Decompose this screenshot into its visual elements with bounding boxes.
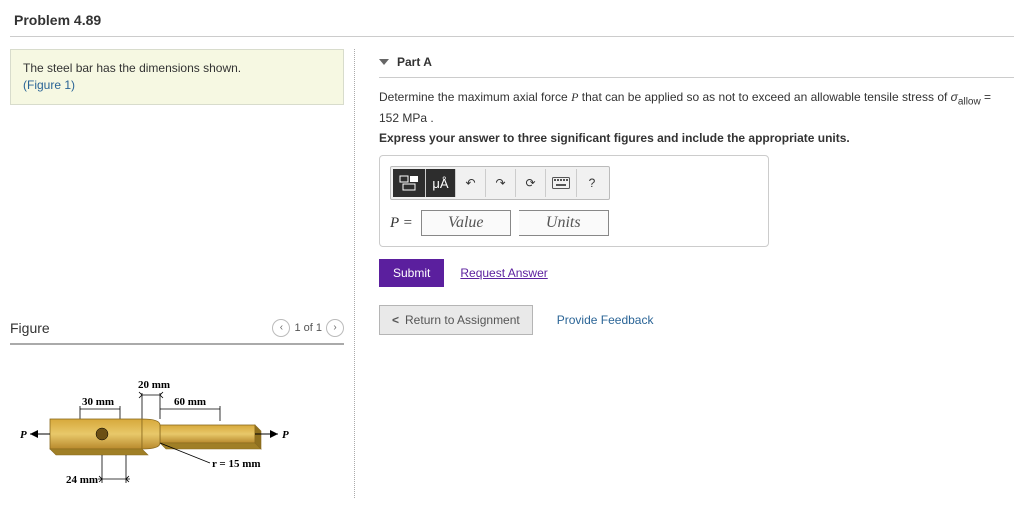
dim-30mm: 30 mm bbox=[82, 396, 114, 408]
units-input[interactable]: Units bbox=[519, 210, 609, 236]
divider bbox=[10, 36, 1014, 37]
submit-button[interactable]: Submit bbox=[379, 259, 444, 287]
dim-radius: r = 15 mm bbox=[212, 458, 261, 470]
figure-prev-button[interactable]: ‹ bbox=[272, 319, 290, 337]
value-input[interactable]: Value bbox=[421, 210, 511, 236]
answer-toolbar: μÅ ↶ ↷ ⟳ ? bbox=[390, 166, 610, 200]
dim-60mm: 60 mm bbox=[174, 396, 206, 408]
chevron-left-icon: < bbox=[392, 313, 399, 327]
label-p-left: P bbox=[20, 429, 27, 441]
dim-20mm: 20 mm bbox=[138, 379, 170, 391]
provide-feedback-link[interactable]: Provide Feedback bbox=[557, 313, 654, 327]
figure-panel-title: Figure bbox=[10, 320, 50, 336]
question-text: Determine the maximum axial force P that… bbox=[379, 88, 1014, 127]
problem-title: Problem 4.89 bbox=[14, 12, 1014, 28]
context-text: The steel bar has the dimensions shown. bbox=[23, 61, 241, 75]
keyboard-button[interactable] bbox=[546, 169, 577, 197]
templates-button[interactable] bbox=[393, 169, 426, 197]
part-title: Part A bbox=[397, 55, 432, 69]
figure-link[interactable]: (Figure 1) bbox=[23, 78, 75, 92]
label-p-right: P bbox=[282, 429, 289, 441]
figure-image: 20 mm 30 mm 60 mm bbox=[10, 375, 344, 498]
variable-label: P = bbox=[390, 215, 413, 232]
dim-24mm: 24 mm bbox=[66, 474, 98, 486]
reset-button[interactable]: ⟳ bbox=[516, 169, 546, 197]
figure-next-button[interactable]: › bbox=[326, 319, 344, 337]
redo-button[interactable]: ↷ bbox=[486, 169, 516, 197]
units-mode-button[interactable]: μÅ bbox=[426, 169, 456, 197]
answer-box: μÅ ↶ ↷ ⟳ ? P = Value Units bbox=[379, 155, 769, 247]
figure-pager: ‹ 1 of 1 › bbox=[272, 319, 344, 337]
figure-pager-label: 1 of 1 bbox=[294, 322, 322, 334]
collapse-caret-icon[interactable] bbox=[379, 59, 389, 65]
return-to-assignment-button[interactable]: < Return to Assignment bbox=[379, 305, 533, 335]
undo-button[interactable]: ↶ bbox=[456, 169, 486, 197]
problem-context: The steel bar has the dimensions shown. … bbox=[10, 49, 344, 105]
instructions-text: Express your answer to three significant… bbox=[379, 131, 1014, 145]
help-button[interactable]: ? bbox=[577, 169, 607, 197]
request-answer-link[interactable]: Request Answer bbox=[460, 266, 547, 280]
